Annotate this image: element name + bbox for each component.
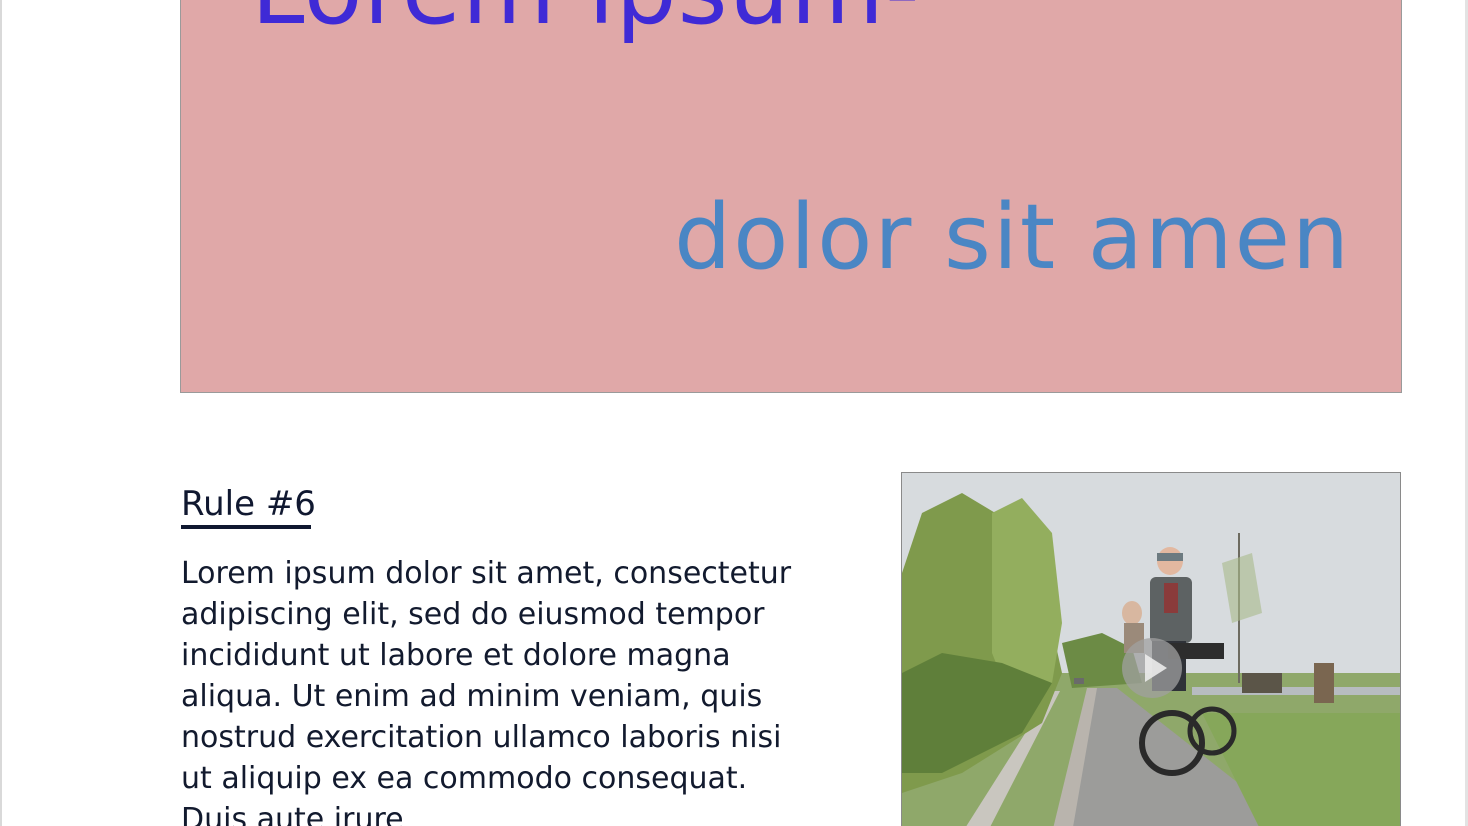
left-edge	[0, 0, 2, 826]
hero-title: Lorem ipsum-	[251, 0, 921, 44]
video-player[interactable]	[901, 472, 1401, 826]
rule-body-text: Lorem ipsum dolor sit amet, consectetur …	[181, 556, 792, 826]
hero-subtitle: dolor sit amen	[674, 185, 1351, 290]
page: Lorem ipsum- dolor sit amen Rule #6 Lore…	[0, 0, 1468, 826]
rule-heading: Rule #6	[181, 484, 316, 524]
hero-banner: Lorem ipsum- dolor sit amen	[180, 0, 1402, 393]
rule-heading-underline	[181, 525, 311, 529]
play-button[interactable]	[1122, 638, 1182, 698]
